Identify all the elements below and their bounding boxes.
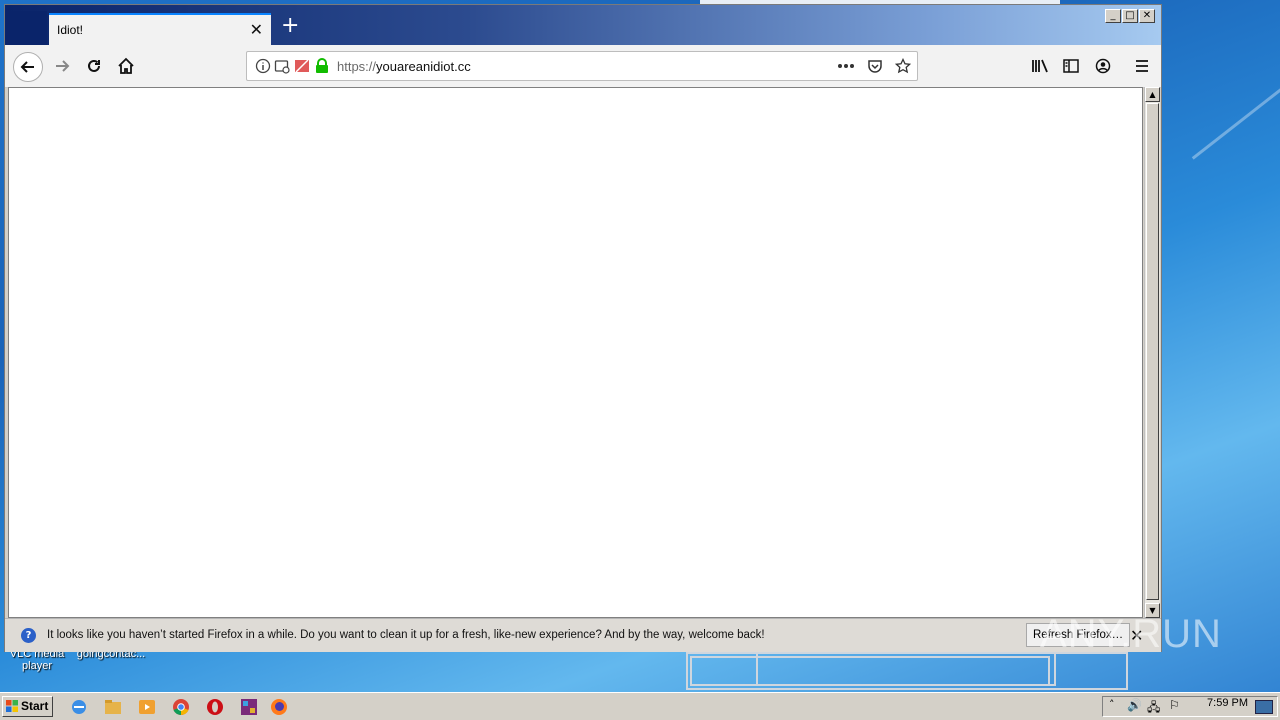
firefox-icon[interactable] (270, 698, 288, 716)
page-content[interactable] (8, 87, 1143, 618)
menu-icon (1136, 60, 1148, 72)
site-info-button[interactable] (254, 57, 272, 75)
autoplay-icon (295, 59, 309, 73)
app-menu-button[interactable] (1127, 51, 1157, 81)
network-icon[interactable]: 🖧 (1147, 698, 1160, 719)
forward-icon (56, 60, 70, 72)
url-scheme: https:// (337, 59, 377, 74)
new-tab-icon[interactable]: + (281, 15, 299, 37)
connection-secure-button[interactable] (313, 57, 331, 75)
bookmark-button[interactable] (894, 57, 912, 75)
back-button[interactable] (13, 52, 43, 82)
opera-icon[interactable] (206, 698, 224, 716)
permissions-icon (274, 60, 290, 74)
pocket-button[interactable] (866, 57, 884, 75)
notification-bar: ? It looks like you haven’t started Fire… (5, 618, 1161, 652)
system-tray: ˄ 🔊 🖧 ⚐ (1102, 696, 1278, 717)
sidebar-icon (1063, 59, 1079, 73)
tab-strip: Idiot! ✕ + _ □ ✕ (5, 5, 1161, 45)
minimize-button[interactable]: _ (1105, 9, 1121, 23)
ghost-window-frame (756, 652, 1056, 686)
page-actions-button[interactable] (837, 57, 855, 75)
internet-explorer-icon[interactable] (70, 698, 88, 716)
url-host: youareanidiot.cc (376, 59, 471, 74)
taskbar: Start ˄ 🔊 🖧 ⚐ 7:59 PM (0, 692, 1280, 720)
help-icon: ? (21, 628, 36, 643)
show-desktop-icon[interactable] (1255, 700, 1273, 714)
media-player-icon[interactable] (138, 698, 156, 716)
account-button[interactable] (1088, 51, 1118, 81)
forward-button[interactable] (47, 51, 77, 81)
watermark: ANY.RUN (1040, 612, 1222, 656)
lock-icon (316, 58, 328, 73)
library-button[interactable] (1025, 51, 1055, 81)
reload-button[interactable] (79, 51, 109, 81)
windows-logo-icon (6, 700, 18, 712)
action-center-flag-icon[interactable]: ⚐ (1169, 698, 1180, 712)
desktop-streak (1191, 83, 1280, 160)
start-label: Start (21, 699, 49, 713)
address-bar[interactable]: https://youareanidiot.cc (246, 51, 918, 81)
winrar-icon[interactable] (240, 698, 258, 716)
start-button[interactable]: Start (2, 696, 53, 717)
close-window-button[interactable]: ✕ (1139, 9, 1155, 23)
url-text: https://youareanidiot.cc (337, 59, 471, 74)
scroll-up-button[interactable]: ▲ (1145, 87, 1160, 102)
home-icon (118, 57, 134, 74)
file-explorer-icon[interactable] (104, 698, 122, 716)
navigation-toolbar: https://youareanidiot.cc (5, 45, 1161, 88)
chrome-icon[interactable] (172, 698, 190, 716)
account-icon (1095, 58, 1111, 74)
tab-title: Idiot! (57, 23, 84, 37)
bookmark-star-icon (895, 58, 911, 74)
info-icon (255, 58, 271, 74)
autoplay-blocked-button[interactable] (293, 57, 311, 75)
scroll-thumb[interactable] (1146, 103, 1159, 600)
notification-message: It looks like you haven’t started Firefo… (47, 629, 765, 641)
clock[interactable]: 7:59 PM (1207, 697, 1248, 709)
more-icon (838, 64, 854, 68)
firefox-window: Idiot! ✕ + _ □ ✕ https://youareanidiot.c… (4, 4, 1162, 652)
home-button[interactable] (111, 51, 141, 81)
sidebar-button[interactable] (1056, 51, 1086, 81)
back-icon (20, 61, 34, 73)
window-system-menu[interactable] (9, 11, 47, 45)
show-hidden-icons-icon[interactable]: ˄ (1109, 698, 1115, 711)
library-icon (1032, 59, 1048, 73)
tab-idiot[interactable]: Idiot! ✕ (49, 13, 271, 45)
window-controls: _ □ ✕ (1105, 9, 1155, 23)
close-tab-icon[interactable]: ✕ (250, 20, 263, 39)
pocket-icon (868, 60, 882, 73)
maximize-button[interactable]: □ (1122, 9, 1138, 23)
permissions-button[interactable] (273, 57, 291, 75)
volume-icon[interactable]: 🔊 (1127, 698, 1142, 712)
vertical-scrollbar[interactable]: ▲ ▼ (1144, 87, 1160, 618)
reload-icon (88, 59, 100, 72)
